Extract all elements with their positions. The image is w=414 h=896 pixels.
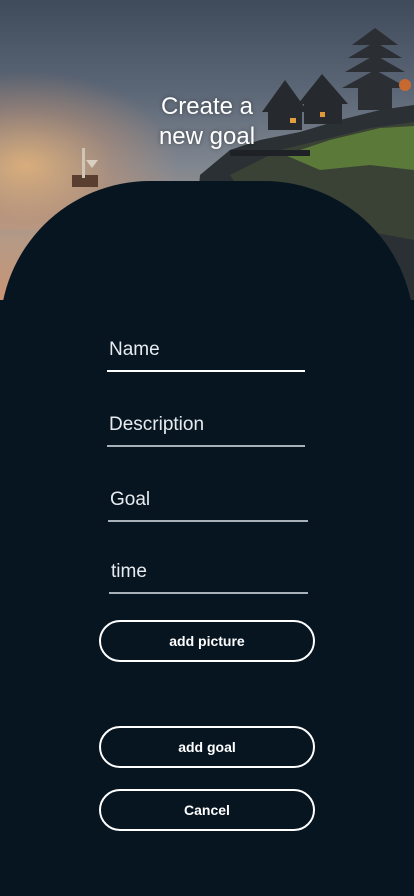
add-goal-button[interactable]: add goal bbox=[99, 726, 315, 768]
page-title: Create a new goal bbox=[0, 92, 414, 152]
name-input[interactable] bbox=[107, 332, 305, 368]
time-input[interactable] bbox=[109, 554, 308, 590]
page-title-line2: new goal bbox=[158, 123, 256, 150]
description-input[interactable] bbox=[107, 407, 305, 443]
name-field[interactable] bbox=[107, 332, 305, 372]
time-field[interactable] bbox=[109, 554, 308, 594]
name-underline bbox=[107, 370, 305, 372]
add-picture-button[interactable]: add picture bbox=[99, 620, 315, 662]
goal-field[interactable] bbox=[108, 482, 308, 522]
description-field[interactable] bbox=[107, 407, 305, 447]
page-title-line1: Create a bbox=[160, 93, 254, 120]
description-underline bbox=[107, 445, 305, 447]
goal-input[interactable] bbox=[108, 482, 308, 518]
cancel-button[interactable]: Cancel bbox=[99, 789, 315, 831]
time-underline bbox=[109, 592, 308, 594]
goal-underline bbox=[108, 520, 308, 522]
